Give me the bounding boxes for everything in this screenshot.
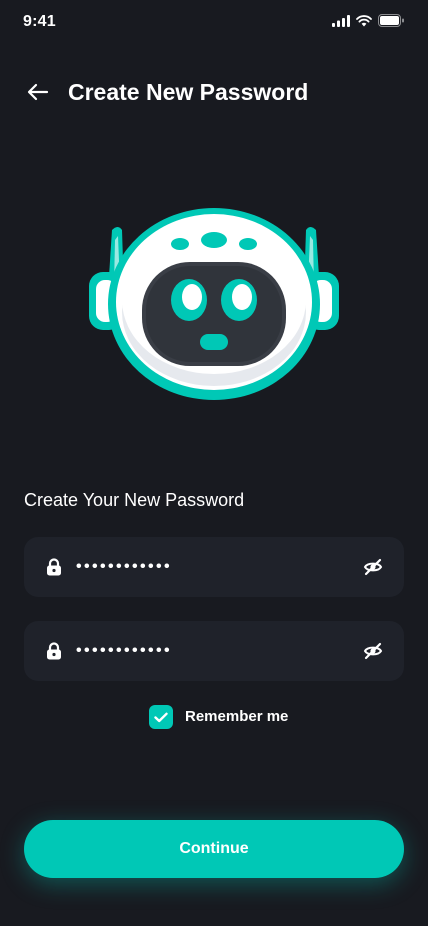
check-icon <box>154 712 168 722</box>
remember-me-label[interactable]: Remember me <box>185 707 288 727</box>
back-button[interactable] <box>24 78 52 106</box>
status-icons <box>332 14 405 27</box>
section-title: Create Your New Password <box>24 490 245 510</box>
status-bar: 9:41 <box>0 0 428 44</box>
robot-mascot-illustration <box>89 208 339 400</box>
header: Create New Password <box>0 70 428 114</box>
password-value: •••••••••••• <box>76 642 173 659</box>
lock-icon <box>47 558 61 576</box>
arrow-left-icon <box>27 83 49 101</box>
battery-icon <box>378 14 404 27</box>
remember-me: Remember me <box>149 705 288 729</box>
eye-off-icon[interactable] <box>363 641 383 661</box>
password-value: •••••••••••• <box>76 558 173 575</box>
remember-me-checkbox[interactable] <box>149 705 173 729</box>
confirm-password-field[interactable]: •••••••••••• <box>24 621 404 681</box>
eye-off-icon[interactable] <box>363 557 383 577</box>
continue-label: Continue <box>179 840 249 857</box>
new-password-field[interactable]: •••••••••••• <box>24 537 404 597</box>
wifi-icon <box>356 14 372 26</box>
continue-button[interactable]: Continue <box>24 820 404 878</box>
lock-icon <box>47 642 61 660</box>
signal-icon <box>332 14 350 27</box>
status-time: 9:41 <box>23 13 56 30</box>
page-title: Create New Password <box>68 79 309 105</box>
